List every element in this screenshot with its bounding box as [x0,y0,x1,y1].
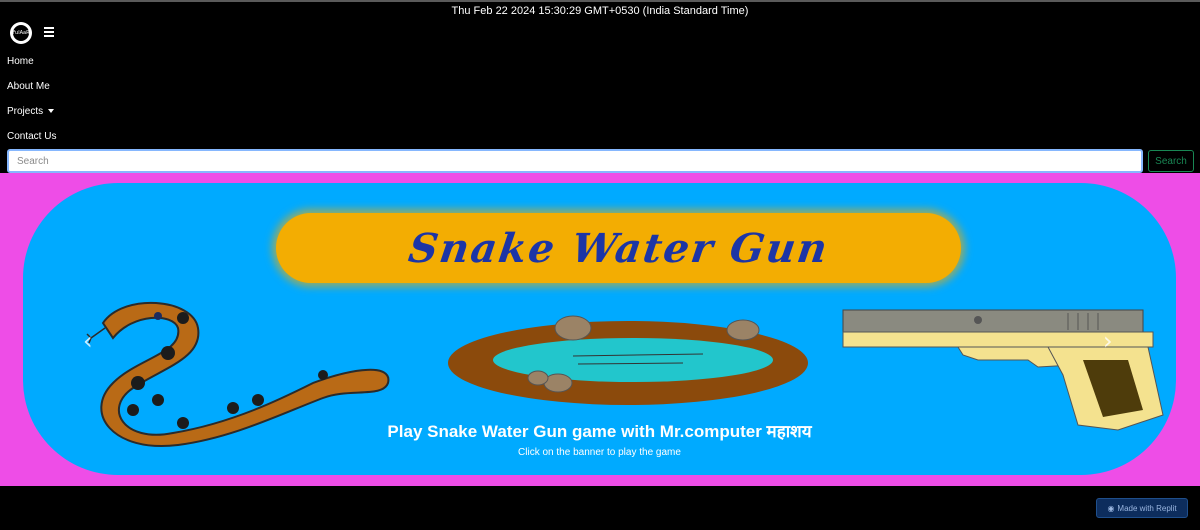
nav-item-projects[interactable]: Projects [7,106,55,117]
banner-title-pill: Snake Water Gun [276,213,961,283]
badge-label: Made with Replit [1117,503,1177,513]
chevron-right-icon[interactable]: › [1103,327,1113,355]
made-with-replit-badge[interactable]: ◉ Made with Replit [1096,498,1188,518]
gun-illustration [842,309,1164,431]
carousel-caption-title: Play Snake Water Gun game with Mr.comput… [387,422,812,441]
site-logo[interactable]: FulAaR [10,22,32,44]
nav-item-projects-label: Projects [7,106,44,117]
nav-item-contact[interactable]: Contact Us [7,131,56,142]
search-input[interactable] [7,149,1143,173]
datetime-display: Thu Feb 22 2024 15:30:29 GMT+0530 (India… [451,5,749,17]
carousel-banner[interactable]: Snake Water Gun ‹ › Play Snake Water Gun… [23,183,1176,475]
nav-item-about[interactable]: About Me [7,81,50,92]
top-border [0,0,1200,2]
search-button[interactable]: Search [1148,150,1194,172]
chevron-left-icon[interactable]: ‹ [83,327,93,355]
banner-title: Snake Water Gun [405,224,832,272]
carousel-caption-sub: Click on the banner to play the game [518,447,681,458]
water-illustration [448,315,808,405]
hero-carousel: Snake Water Gun ‹ › Play Snake Water Gun… [0,173,1200,486]
menu-toggle-icon[interactable] [44,27,54,37]
logo-text: FulAaR [12,25,30,41]
nav-item-home[interactable]: Home [7,56,34,67]
caret-down-icon [48,109,55,114]
replit-icon: ◉ [1107,503,1115,513]
